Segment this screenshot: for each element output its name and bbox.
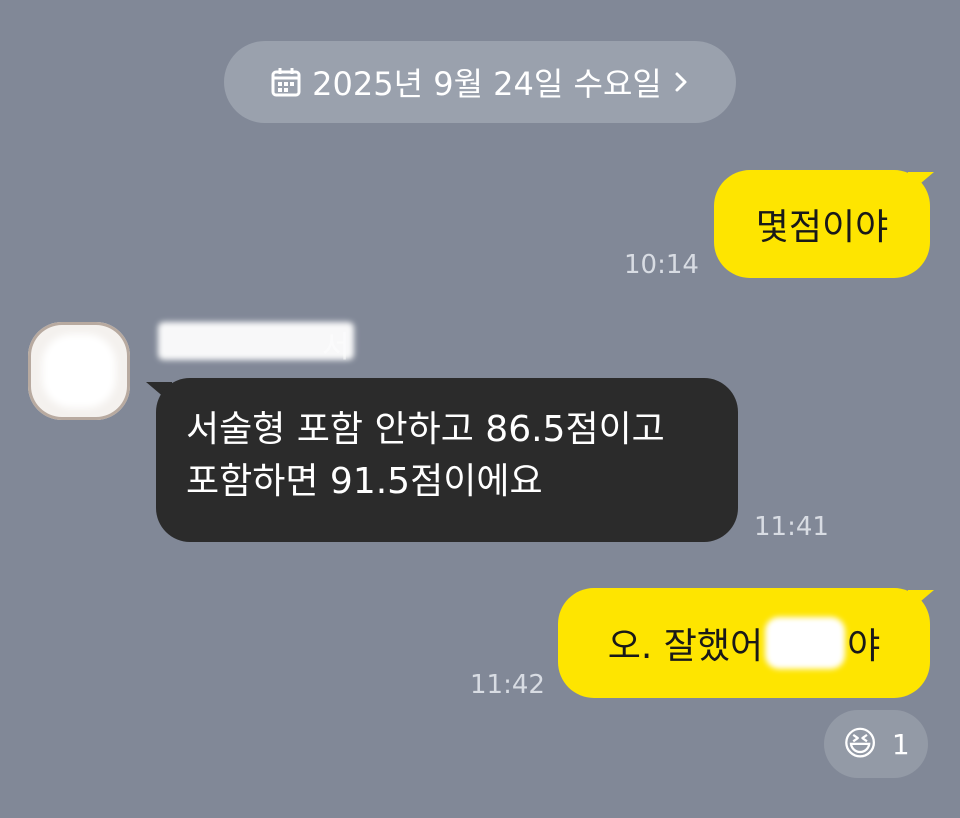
chevron-right-icon	[675, 72, 687, 92]
avatar[interactable]	[28, 322, 130, 420]
outgoing-message-bubble[interactable]: 오. 잘했어 야	[558, 588, 930, 698]
message-text-suffix: 야	[847, 626, 881, 667]
message-text: 몇점이야	[755, 207, 889, 248]
message-time: 11:41	[754, 512, 829, 542]
outgoing-message-bubble[interactable]: 몇점이야	[714, 170, 930, 278]
message-time: 10:14	[624, 250, 699, 280]
incoming-message-bubble[interactable]: 서술형 포함 안하고 86.5점이고 포함하면 91.5점이에요	[156, 378, 738, 542]
laughing-emoji-icon: 😆	[842, 724, 878, 764]
calendar-icon	[271, 68, 301, 97]
bubble-tail	[908, 172, 934, 194]
sender-name: 서	[322, 330, 350, 365]
message-text: 서술형 포함 안하고 86.5점이고 포함하면 91.5점이에요	[186, 409, 665, 502]
bubble-tail	[908, 590, 934, 612]
message-time: 11:42	[470, 670, 545, 700]
reaction-count: 1	[891, 727, 910, 761]
redacted-name	[765, 617, 846, 669]
date-label: 2025년 9월 24일 수요일	[312, 65, 662, 103]
reaction-badge[interactable]: 😆 1	[824, 710, 928, 778]
date-header[interactable]: 2025년 9월 24일 수요일	[224, 41, 736, 123]
message-text: 오. 잘했어	[607, 626, 764, 667]
